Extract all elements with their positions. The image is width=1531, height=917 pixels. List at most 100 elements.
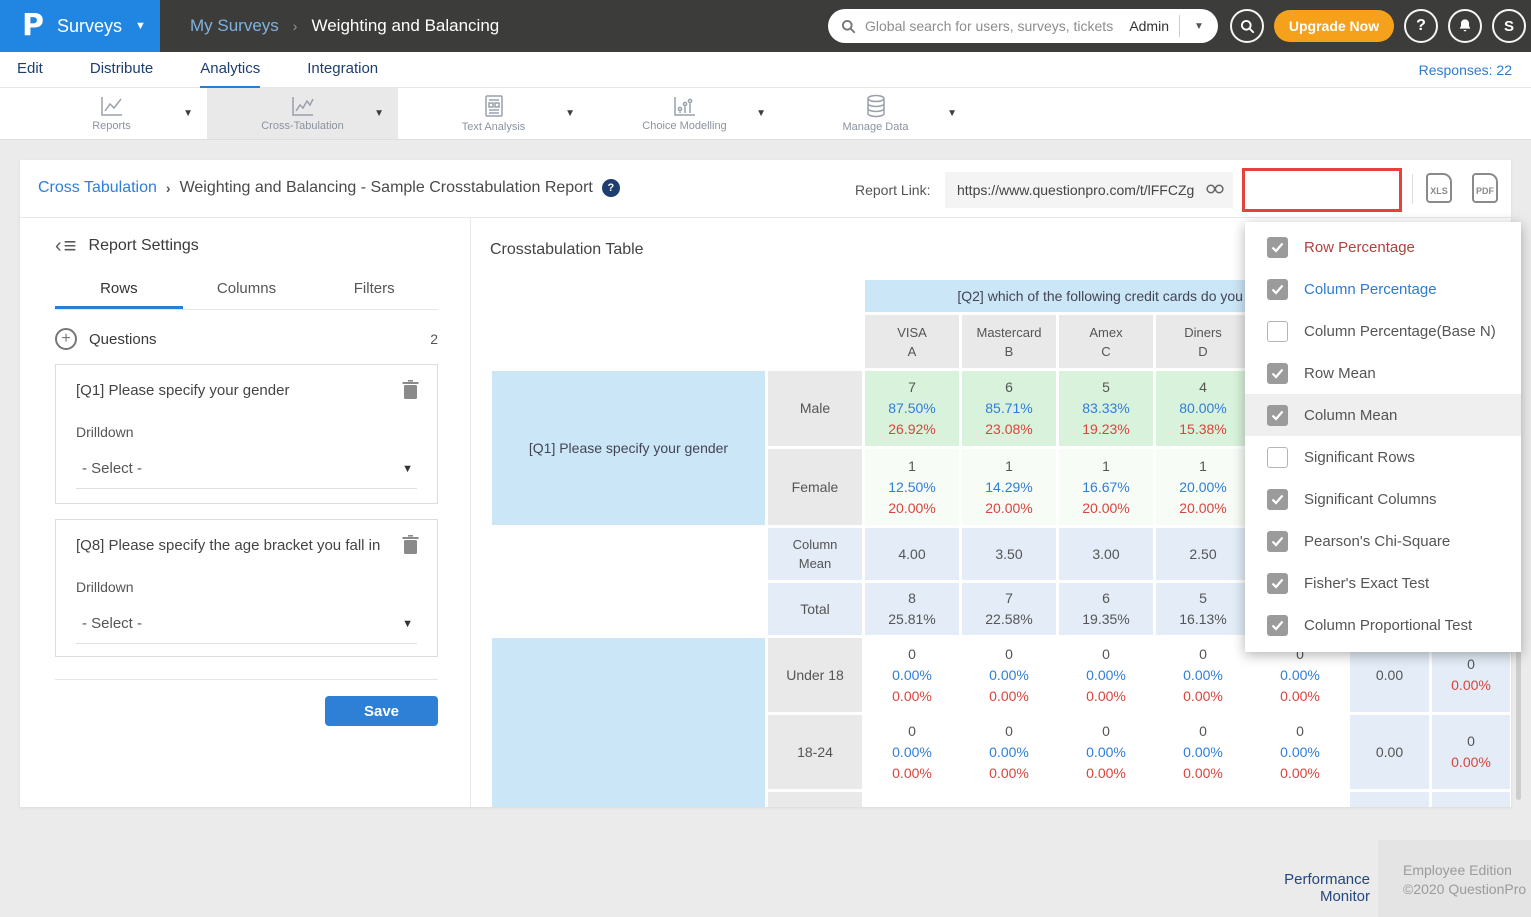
- collapse-panel-icon[interactable]: ‹≡: [55, 235, 77, 257]
- menu-item-significant-columns[interactable]: Significant Columns: [1245, 478, 1521, 520]
- table-cell: 685.71%23.08%: [962, 371, 1056, 446]
- chevron-down-icon[interactable]: ▼: [565, 108, 575, 119]
- menu-item-column-mean[interactable]: Column Mean: [1245, 394, 1521, 436]
- table-cell: 722.58%: [962, 583, 1056, 635]
- settings-panel-title: Report Settings: [89, 237, 199, 255]
- menu-item-fishers-exact-test[interactable]: Fisher's Exact Test: [1245, 562, 1521, 604]
- menu-item-significant-rows[interactable]: Significant Rows: [1245, 436, 1521, 478]
- table-cell: 583.33%19.23%: [1059, 371, 1153, 446]
- select-value: - Select -: [82, 615, 142, 632]
- table-cell: 00.00%0.00%: [1156, 638, 1250, 712]
- account-avatar[interactable]: S: [1492, 9, 1526, 43]
- delete-question-button[interactable]: [402, 380, 419, 399]
- tab-columns[interactable]: Columns: [183, 273, 311, 309]
- chevron-down-icon[interactable]: ▼: [947, 108, 957, 119]
- chevron-down-icon[interactable]: ▼: [374, 108, 384, 119]
- checkbox-checked[interactable]: [1267, 405, 1288, 426]
- tab-filters[interactable]: Filters: [310, 273, 438, 309]
- toolbar-label: Choice Modelling: [642, 120, 726, 132]
- checkbox-checked[interactable]: [1267, 615, 1288, 636]
- performance-monitor-link[interactable]: Performance Monitor: [1240, 871, 1370, 905]
- table-cell-clipped: [1350, 792, 1429, 807]
- row-label-18-24: 18-24: [768, 715, 862, 789]
- save-button[interactable]: Save: [325, 696, 438, 726]
- checkbox-checked[interactable]: [1267, 489, 1288, 510]
- surveys-product-menu[interactable]: P Surveys ▼: [0, 0, 160, 52]
- table-cell-clipped: [1253, 792, 1347, 807]
- menu-item-column-percentage[interactable]: Column Percentage: [1245, 268, 1521, 310]
- cross-tabulation-link[interactable]: Cross Tabulation: [38, 179, 157, 197]
- search-scope-caret[interactable]: ▼: [1180, 21, 1218, 32]
- help-button[interactable]: ?: [1404, 9, 1438, 43]
- chevron-down-icon[interactable]: ▼: [756, 108, 766, 119]
- checkbox-checked[interactable]: [1267, 531, 1288, 552]
- checkbox-checked[interactable]: [1267, 363, 1288, 384]
- table-cell-clipped: [1156, 792, 1250, 807]
- table-scrollbar[interactable]: [1516, 640, 1521, 800]
- tab-integration[interactable]: Integration: [307, 52, 378, 88]
- toolbar-text-analysis[interactable]: Text Analysis ▼: [398, 88, 589, 139]
- checkbox-unchecked[interactable]: [1267, 321, 1288, 342]
- q8-row-group-header: [492, 638, 765, 807]
- survey-nav: Edit Distribute Analytics Integration Re…: [0, 52, 1531, 88]
- toolbar-reports[interactable]: Reports ▼: [16, 88, 207, 139]
- row-label-total: Total: [768, 583, 862, 635]
- header-divider: [1412, 174, 1413, 204]
- delete-question-button[interactable]: [402, 535, 419, 554]
- report-title: Weighting and Balancing - Sample Crossta…: [180, 179, 593, 197]
- upgrade-now-button[interactable]: Upgrade Now: [1274, 10, 1394, 42]
- tab-analytics[interactable]: Analytics: [200, 52, 260, 88]
- database-icon: [864, 94, 888, 118]
- search-submit-button[interactable]: [1230, 9, 1264, 43]
- col-header-diners: DinersD: [1156, 315, 1250, 368]
- questionpro-logo: P: [22, 11, 44, 41]
- toolbar-manage-data[interactable]: Manage Data ▼: [780, 88, 971, 139]
- col-header-mastercard: MastercardB: [962, 315, 1056, 368]
- link-icon[interactable]: [1206, 182, 1224, 196]
- toolbar-cross-tabulation[interactable]: Cross-Tabulation ▼: [207, 88, 398, 139]
- export-xls-button[interactable]: XLS: [1426, 173, 1454, 205]
- add-question-button[interactable]: +: [55, 328, 77, 350]
- question-card-q1: [Q1] Please specify your gender Drilldow…: [55, 364, 438, 504]
- menu-item-row-mean[interactable]: Row Mean: [1245, 352, 1521, 394]
- notifications-button[interactable]: [1448, 9, 1482, 43]
- row-label-under-18: Under 18: [768, 638, 862, 712]
- checkbox-checked[interactable]: [1267, 237, 1288, 258]
- table-cell: 825.81%: [865, 583, 959, 635]
- tab-distribute[interactable]: Distribute: [90, 52, 153, 88]
- report-settings-panel: ‹≡ Report Settings Rows Columns Filters …: [55, 235, 438, 726]
- search-scope-admin[interactable]: Admin: [1123, 18, 1179, 34]
- table-cell: 787.50%26.92%: [865, 371, 959, 446]
- checkbox-unchecked[interactable]: [1267, 447, 1288, 468]
- drilldown-label: Drilldown: [76, 579, 417, 595]
- tab-rows[interactable]: Rows: [55, 273, 183, 309]
- tab-edit[interactable]: Edit: [17, 52, 43, 88]
- export-pdf-button[interactable]: PDF: [1472, 173, 1500, 205]
- toolbar-choice-modelling[interactable]: Choice Modelling ▼: [589, 88, 780, 139]
- menu-item-row-percentage[interactable]: Row Percentage: [1245, 226, 1521, 268]
- question-text: [Q8] Please specify the age bracket you …: [76, 537, 396, 554]
- checkbox-checked[interactable]: [1267, 573, 1288, 594]
- global-search: Admin ▼: [828, 9, 1218, 43]
- select-value: - Select -: [82, 460, 142, 477]
- chevron-down-icon: ▼: [135, 20, 146, 32]
- table-cell-clipped: [1432, 792, 1510, 807]
- menu-item-column-percentage-base-n[interactable]: Column Percentage(Base N): [1245, 310, 1521, 352]
- global-search-input[interactable]: [865, 18, 1123, 34]
- chevron-down-icon[interactable]: ▼: [183, 108, 193, 119]
- trash-icon: [402, 380, 419, 399]
- breadcrumb-my-surveys[interactable]: My Surveys: [190, 16, 279, 36]
- row-label-clipped: [768, 792, 862, 807]
- table-cell: 00.00%0.00%: [1156, 715, 1250, 789]
- drilldown-select[interactable]: - Select - ▼: [76, 615, 417, 644]
- help-icon[interactable]: ?: [602, 179, 620, 197]
- drilldown-select[interactable]: - Select - ▼: [76, 460, 417, 489]
- report-link-input[interactable]: [945, 172, 1233, 208]
- col-header-visa: VISAA: [865, 315, 959, 368]
- menu-item-column-proportional-test[interactable]: Column Proportional Test: [1245, 604, 1521, 646]
- menu-item-pearsons-chi-square[interactable]: Pearson's Chi-Square: [1245, 520, 1521, 562]
- table-cell: 2.50: [1156, 528, 1250, 580]
- questions-row: + Questions 2: [55, 328, 438, 350]
- trash-icon: [402, 535, 419, 554]
- checkbox-checked[interactable]: [1267, 279, 1288, 300]
